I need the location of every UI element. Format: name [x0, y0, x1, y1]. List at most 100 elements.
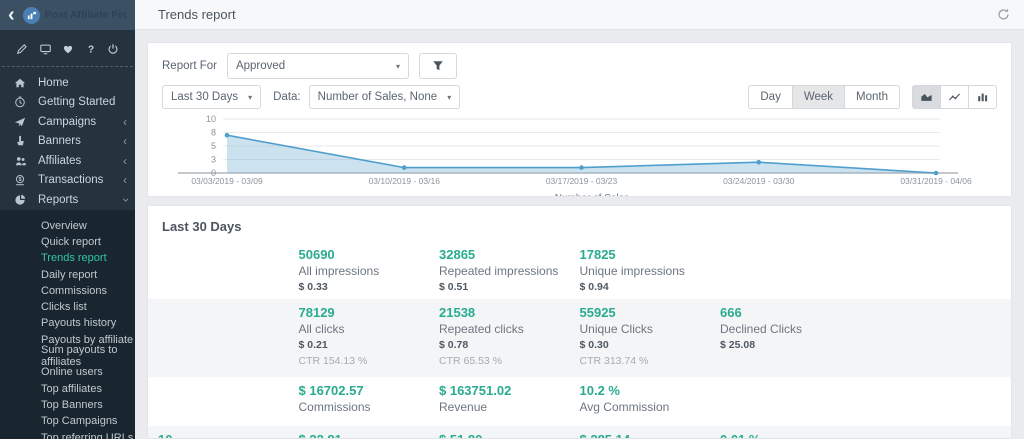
stat-fixed-cost: $ 22.81 Fixed Cost — [299, 432, 440, 439]
stat-unique-impressions: 17825 Unique impressions $ 0.94 — [580, 247, 721, 294]
stat-sales: 10 Sales — [158, 432, 299, 439]
filter-button[interactable] — [419, 53, 457, 79]
line-chart-icon — [948, 91, 961, 103]
data-series-select[interactable]: Number of Sales, None ▾ — [309, 85, 461, 109]
hand-pointer-icon — [14, 135, 29, 147]
period-week-button[interactable]: Week — [792, 85, 845, 109]
stat-declined-clicks: 666 Declined Clicks $ 25.08 — [720, 305, 861, 368]
bar-chart-icon — [976, 91, 989, 103]
clock-icon — [14, 96, 29, 108]
submenu-trends-report[interactable]: Trends report — [0, 250, 135, 266]
summary-heading: Last 30 Days — [148, 206, 1011, 241]
megaphone-icon — [14, 116, 29, 128]
submenu-commissions[interactable]: Commissions — [0, 283, 135, 299]
sidebar: ‹ Post Affiliate Pro ? Home Getting Star… — [0, 0, 135, 439]
power-icon[interactable] — [107, 43, 119, 55]
stat-repeated-clicks: 21538 Repeated clicks $ 0.78 CTR 65.53 % — [439, 305, 580, 368]
svg-text:03/03/2019 - 03/09: 03/03/2019 - 03/09 — [191, 176, 263, 186]
heart-icon[interactable] — [62, 43, 74, 55]
chevron-down-icon: ▾ — [386, 62, 400, 71]
trend-chart-svg: 10853003/03/2019 - 03/0903/10/2019 - 03/… — [148, 111, 1010, 187]
sidebar-item-transactions[interactable]: $ Transactions ‹ — [0, 171, 135, 191]
stat-revenue-total: $ 285.14 Revenue avg $ 28.51 — [580, 432, 721, 439]
stat-commissions: $ 16702.57 Commissions — [299, 383, 440, 414]
sidebar-item-affiliates[interactable]: Affiliates ‹ — [0, 151, 135, 171]
submenu-quick-report[interactable]: Quick report — [0, 234, 135, 250]
date-range-select[interactable]: Last 30 Days ▾ — [162, 85, 261, 109]
page-title: Trends report — [158, 7, 997, 22]
svg-text:5: 5 — [211, 141, 216, 151]
svg-text:8: 8 — [211, 128, 216, 138]
monitor-icon[interactable] — [39, 43, 52, 55]
submenu-sum-payouts[interactable]: Sum payouts to affiliates — [0, 348, 135, 364]
bar-chart-button[interactable] — [968, 85, 997, 109]
filter-row: Report For Approved ▾ — [148, 43, 1011, 79]
submenu-top-referring-urls[interactable]: Top referring URLs — [0, 429, 135, 439]
svg-text:03/10/2019 - 03/16: 03/10/2019 - 03/16 — [369, 176, 441, 186]
svg-text:?: ? — [87, 44, 93, 55]
stat-unique-clicks: 55925 Unique Clicks $ 0.30 CTR 313.74 % — [580, 305, 721, 368]
svg-text:03/31/2019 - 04/06: 03/31/2019 - 04/06 — [900, 176, 972, 186]
sidebar-item-home[interactable]: Home — [0, 73, 135, 93]
submenu-clicks-list[interactable]: Clicks list — [0, 299, 135, 315]
users-icon — [14, 155, 29, 167]
summary-panel: Last 30 Days 50690 All impressions $ 0.3… — [147, 205, 1012, 439]
brand-name: Post Affiliate Pro — [45, 9, 127, 21]
sidebar-divider — [2, 66, 133, 67]
svg-text:03/17/2019 - 03/23: 03/17/2019 - 03/23 — [546, 176, 618, 186]
reports-submenu: Overview Quick report Trends report Dail… — [0, 210, 135, 439]
period-day-button[interactable]: Day — [748, 85, 792, 109]
submenu-overview[interactable]: Overview — [0, 218, 135, 234]
refresh-icon[interactable] — [997, 8, 1010, 21]
impressions-row: 50690 All impressions $ 0.33 32865 Repea… — [148, 241, 1011, 299]
area-chart-button[interactable] — [912, 85, 941, 109]
legend-marker-icon — [530, 195, 550, 198]
submenu-top-campaigns[interactable]: Top Campaigns — [0, 413, 135, 429]
money-icon: $ — [14, 174, 29, 186]
submenu-payouts-history[interactable]: Payouts history — [0, 315, 135, 331]
page-header: Trends report — [135, 0, 1024, 30]
funnel-icon — [432, 60, 444, 72]
trends-chart-panel: Report For Approved ▾ Last 30 Days ▾ Dat… — [147, 42, 1012, 197]
report-for-select[interactable]: Approved ▾ — [227, 53, 409, 79]
chevron-left-icon: ‹ — [123, 117, 127, 127]
data-label: Data: — [273, 91, 301, 103]
submenu-top-affiliates[interactable]: Top affiliates — [0, 380, 135, 396]
home-icon — [14, 77, 29, 89]
sidebar-item-getting-started[interactable]: Getting Started — [0, 93, 135, 113]
stat-repeated-impressions: 32865 Repeated impressions $ 0.51 — [439, 247, 580, 294]
help-icon[interactable]: ? — [85, 43, 97, 55]
period-month-button[interactable]: Month — [844, 85, 900, 109]
back-button[interactable]: ‹ — [8, 5, 15, 25]
chevron-down-icon: ‹ — [120, 198, 130, 202]
stat-conversion: 0.01 % Conversion — [720, 432, 861, 439]
stat-all-impressions: 50690 All impressions $ 0.33 — [299, 247, 440, 294]
pie-chart-icon — [14, 194, 29, 206]
submenu-daily-report[interactable]: Daily report — [0, 266, 135, 282]
app-logo-icon — [23, 7, 40, 24]
trend-chart: 10853003/03/2019 - 03/0903/10/2019 - 03/… — [148, 109, 1011, 197]
sidebar-item-banners[interactable]: Banners ‹ — [0, 132, 135, 152]
sidebar-quick-icons: ? — [0, 30, 135, 64]
main-area: Trends report Report For Approved ▾ Last… — [135, 0, 1024, 439]
content: Report For Approved ▾ Last 30 Days ▾ Dat… — [135, 30, 1024, 439]
sidebar-item-campaigns[interactable]: Campaigns ‹ — [0, 112, 135, 132]
chevron-left-icon: ‹ — [123, 136, 127, 146]
chevron-left-icon: ‹ — [123, 175, 127, 185]
submenu-top-banners[interactable]: Top Banners — [0, 397, 135, 413]
edit-pencil-icon[interactable] — [16, 43, 28, 55]
sidebar-item-reports[interactable]: Reports ‹ — [0, 190, 135, 210]
line-chart-button[interactable] — [940, 85, 969, 109]
chart-legend: Number of Sales — [148, 193, 1011, 197]
chevron-left-icon: ‹ — [123, 156, 127, 166]
commissions-row: $ 16702.57 Commissions $ 163751.02 Reven… — [148, 377, 1011, 426]
period-toggle: Day Week Month — [748, 85, 900, 109]
stat-commission-total: $ 51.80 Commission avg $ 5.18 — [439, 432, 580, 439]
svg-text:10: 10 — [206, 114, 216, 124]
sidebar-menu: Home Getting Started Campaigns ‹ Banners… — [0, 73, 135, 210]
chevron-down-icon: ▾ — [437, 93, 451, 102]
stat-avg-commission: 10.2 % Avg Commission — [580, 383, 721, 414]
sidebar-header: ‹ Post Affiliate Pro — [0, 0, 135, 30]
sales-row: 10 Sales $ 22.81 Fixed Cost $ 51.80 Comm… — [148, 426, 1011, 439]
area-chart-icon — [920, 91, 933, 103]
